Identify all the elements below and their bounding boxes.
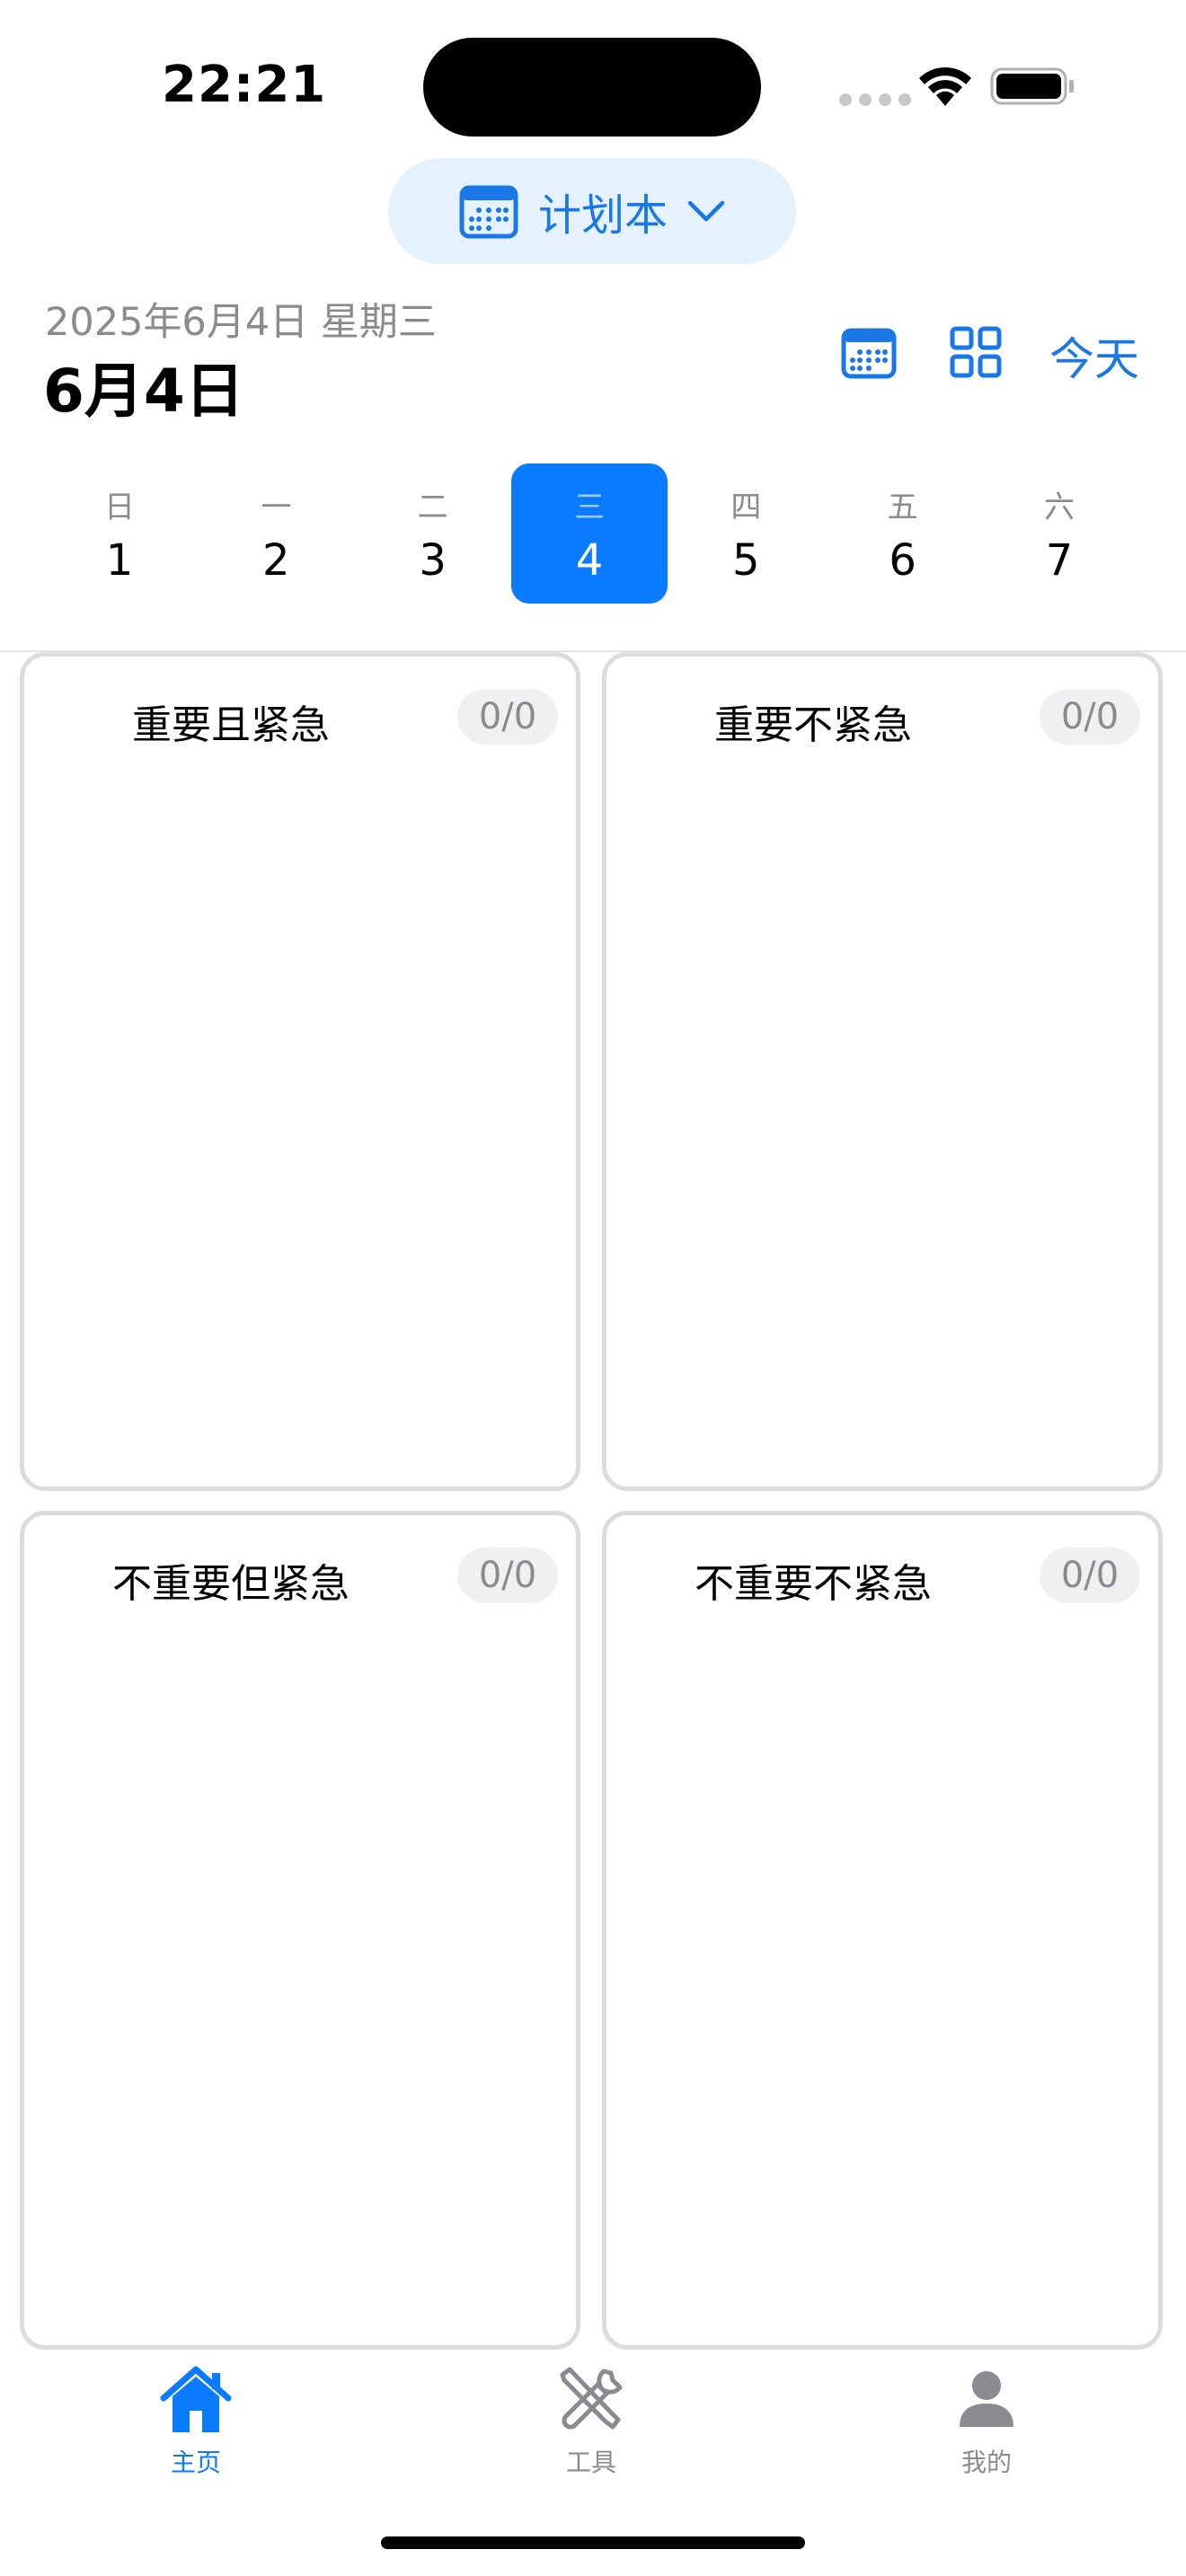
day-number: 3	[419, 534, 447, 586]
tab-tools[interactable]: 工具	[501, 2362, 681, 2479]
battery-icon	[990, 67, 1074, 105]
home-indicator	[381, 2536, 805, 2549]
tab-label: 工具	[565, 2448, 616, 2477]
calendar-view-icon[interactable]	[841, 327, 897, 379]
weekday-label: 日	[104, 489, 135, 525]
quadrant-title: 不重要不紧急	[695, 1561, 932, 1607]
cellular-signal-icon	[839, 93, 911, 106]
day-number: 6	[889, 534, 916, 586]
status-bar: 22:21	[0, 0, 1186, 153]
home-icon	[160, 2366, 232, 2432]
quadrant-title: 不重要但紧急	[112, 1561, 350, 1607]
wifi-icon	[919, 66, 971, 106]
day-cell[interactable]: 四 5	[668, 463, 824, 604]
tab-mine[interactable]: 我的	[897, 2362, 1076, 2479]
weekday-label: 五	[887, 489, 918, 525]
weekday-label: 三	[573, 489, 605, 525]
quadrant-count-badge: 0/0	[1040, 1548, 1140, 1603]
day-cell[interactable]: 六 7	[981, 463, 1137, 604]
day-cell[interactable]: 五 6	[825, 463, 981, 604]
day-number: 4	[575, 534, 604, 586]
day-cell[interactable]: 二 3	[355, 463, 511, 604]
date-subtitle: 2025年6月4日 星期三	[45, 300, 437, 345]
today-button[interactable]: 今天	[1049, 323, 1139, 388]
quadrant-title: 重要不紧急	[714, 702, 912, 748]
day-number: 1	[105, 534, 134, 586]
calendar-icon	[459, 185, 518, 239]
day-cell-selected[interactable]: 三 4	[510, 463, 668, 604]
tools-icon	[560, 2367, 623, 2430]
quadrant-not-important-urgent[interactable]: 不重要但紧急 0/0	[20, 1511, 580, 2350]
status-time: 22:21	[162, 56, 327, 114]
quadrant-title: 重要且紧急	[132, 702, 330, 748]
day-cell[interactable]: 日 1	[41, 463, 198, 604]
chevron-down-icon	[687, 200, 725, 222]
day-number: 5	[732, 534, 760, 586]
quadrant-count-badge: 0/0	[457, 689, 558, 745]
day-number: 7	[1045, 534, 1074, 586]
quadrant-count-badge: 0/0	[457, 1548, 558, 1603]
tab-label: 主页	[170, 2448, 221, 2477]
notebook-label: 计划本	[537, 190, 668, 241]
weekday-label: 二	[417, 489, 448, 525]
weekday-label: 一	[261, 489, 292, 525]
week-strip: 日 1 一 2 二 3 三 4 四 5 五 6 六 7	[41, 463, 1137, 604]
grid-view-icon[interactable]	[949, 325, 1003, 379]
tab-bar: 主页 工具 我的	[0, 2353, 1186, 2488]
weekday-label: 六	[1043, 489, 1075, 525]
quadrant-count-badge: 0/0	[1040, 689, 1140, 745]
dynamic-island	[423, 38, 761, 137]
quadrant-important-urgent[interactable]: 重要且紧急 0/0	[20, 652, 580, 1491]
day-cell[interactable]: 一 2	[198, 463, 354, 604]
person-icon	[960, 2371, 1013, 2427]
quadrant-not-important-not-urgent[interactable]: 不重要不紧急 0/0	[602, 1511, 1163, 2350]
tab-home[interactable]: 主页	[106, 2362, 286, 2479]
notebook-selector[interactable]: 计划本	[388, 158, 796, 264]
page-title: 6月4日	[43, 357, 244, 426]
day-number: 2	[262, 534, 290, 586]
tab-label: 我的	[960, 2448, 1012, 2477]
weekday-label: 四	[730, 489, 762, 525]
quadrant-important-not-urgent[interactable]: 重要不紧急 0/0	[602, 652, 1163, 1491]
